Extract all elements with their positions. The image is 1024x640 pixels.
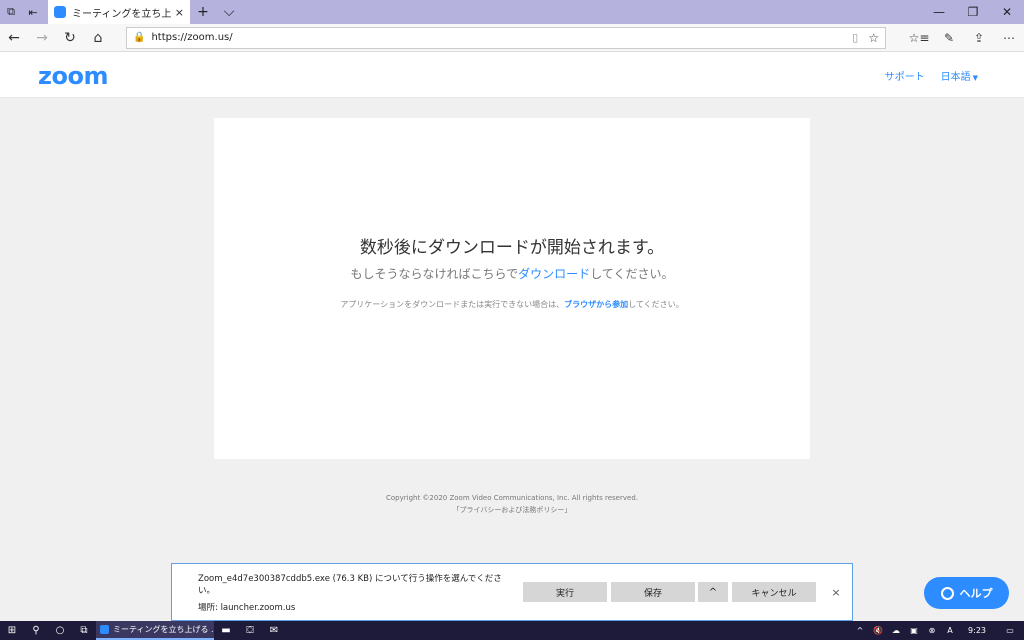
hint-suffix: してください。	[628, 300, 684, 309]
download-card: 数秒後にダウンロードが開始されます。 もしそうならなければこちらでダウンロードし…	[214, 118, 810, 459]
file-explorer-icon[interactable]: ▬	[214, 621, 238, 640]
cancel-button[interactable]: キャンセル	[732, 582, 816, 602]
notifications-icon[interactable]: ▭	[1004, 626, 1016, 635]
minimize-icon[interactable]: —	[922, 0, 956, 24]
hint-prefix: アプリケーションをダウンロードまたは実行できない場合は、	[340, 300, 565, 309]
search-icon[interactable]: ⚲	[24, 621, 48, 640]
share-icon[interactable]: ⇪	[964, 31, 994, 45]
tab-title: ミーティングを立ち上げる - Zoom	[72, 8, 171, 20]
chevron-down-icon: ▼	[972, 74, 978, 82]
onedrive-icon[interactable]: ☁	[890, 626, 902, 635]
windows-taskbar: ⊞ ⚲ ○ ⧉ ミーティングを立ち上げる ... ▬ ⛋ ✉ ^ 🔇 ☁ ▣ ⊗…	[0, 621, 1024, 640]
tab-set-aside-icon[interactable]: ⧉	[0, 0, 22, 24]
download-fallback-text: もしそうならなければこちらでダウンロードしてください。	[214, 265, 810, 282]
start-icon[interactable]: ⊞	[0, 621, 24, 640]
browser-navbar: ← → ↻ ⌂ 🔒 https://zoom.us/ ▯ ☆ ☆≡ ✎ ⇪ ⋯	[0, 24, 1024, 52]
ime-icon[interactable]: A	[944, 626, 956, 635]
taskbar-edge-app[interactable]: ミーティングを立ち上げる ...	[96, 621, 214, 640]
tab-list-button[interactable]: ⌵	[216, 0, 242, 24]
tray-status-icon[interactable]: ⊗	[926, 626, 938, 635]
join-from-browser-link[interactable]: ブラウザから参加	[564, 300, 628, 309]
download-message: Zoom_e4d7e300387cddb5.exe (76.3 KB) について…	[198, 574, 502, 596]
language-label: 日本語	[940, 72, 971, 83]
browser-titlebar: ⧉ ⇤ ミーティングを立ち上げる - Zoom × + ⌵ — ❐ ✕	[0, 0, 1024, 24]
download-notification-bar: Zoom_e4d7e300387cddb5.exe (76.3 KB) について…	[171, 563, 853, 621]
language-selector[interactable]: 日本語 ▼	[941, 68, 978, 83]
favorites-bar-icon[interactable]: ☆≡	[904, 31, 934, 45]
address-url[interactable]: https://zoom.us/	[151, 32, 852, 43]
tab-preview-icon[interactable]: ⇤	[22, 0, 44, 24]
zoom-site-header: zoom サポート 日本語 ▼	[0, 52, 1024, 98]
refresh-icon[interactable]: ↻	[56, 24, 84, 52]
pen-icon[interactable]: ✎	[934, 31, 964, 45]
window-controls: — ❐ ✕	[922, 0, 1024, 24]
forward-icon[interactable]: →	[28, 24, 56, 52]
browser-tab-active[interactable]: ミーティングを立ち上げる - Zoom ×	[48, 0, 190, 24]
fallback-suffix: してください。	[590, 267, 674, 281]
fallback-prefix: もしそうならなければこちらで	[350, 267, 519, 281]
cortana-icon[interactable]: ○	[48, 621, 72, 640]
header-links: サポート 日本語 ▼	[885, 68, 978, 83]
save-options-chevron-icon[interactable]: ^	[698, 582, 728, 602]
close-window-icon[interactable]: ✕	[990, 0, 1024, 24]
close-download-bar-icon[interactable]: ×	[828, 582, 844, 602]
zoom-logo[interactable]: zoom	[38, 62, 108, 90]
task-view-icon[interactable]: ⧉	[72, 621, 96, 640]
lock-icon: 🔒	[133, 32, 146, 43]
address-bar[interactable]: 🔒 https://zoom.us/ ▯ ☆	[126, 26, 886, 49]
maximize-icon[interactable]: ❐	[956, 0, 990, 24]
copyright-text: Copyright ©2020 Zoom Video Communication…	[386, 494, 638, 502]
support-link[interactable]: サポート	[885, 68, 925, 83]
tray-app-icon[interactable]: ▣	[908, 626, 920, 635]
chat-bubble-icon	[940, 586, 954, 600]
page-title: 数秒後にダウンロードが開始されます。	[359, 238, 665, 258]
system-tray: ^ 🔇 ☁ ▣ ⊗ A 9:23 ▭	[854, 626, 1024, 635]
download-link[interactable]: ダウンロード	[518, 267, 590, 281]
back-icon[interactable]: ←	[0, 24, 28, 52]
new-tab-button[interactable]: +	[190, 0, 216, 24]
browser-toolbar-right: ☆≡ ✎ ⇪ ⋯	[904, 31, 1024, 45]
run-button[interactable]: 実行	[523, 582, 607, 602]
privacy-link[interactable]: 「プライバシーおよび法務ポリシー」	[0, 505, 1024, 515]
zoom-favicon-icon	[54, 6, 66, 18]
clock-time[interactable]: 9:23	[968, 626, 986, 635]
edge-app-icon	[100, 625, 109, 634]
more-icon[interactable]: ⋯	[994, 31, 1024, 45]
home-icon[interactable]: ⌂	[84, 24, 112, 52]
download-source: 場所: launcher.zoom.us	[198, 603, 296, 613]
taskbar-app-label: ミーティングを立ち上げる ...	[113, 625, 214, 634]
save-button[interactable]: 保存	[611, 582, 695, 602]
favorite-star-icon[interactable]: ☆	[868, 31, 879, 45]
volume-muted-icon[interactable]: 🔇	[872, 626, 884, 635]
reader-view-icon[interactable]: ▯	[852, 31, 858, 44]
help-label: ヘルプ	[959, 587, 993, 600]
mail-icon[interactable]: ✉	[262, 621, 286, 640]
store-icon[interactable]: ⛋	[238, 621, 262, 640]
tray-chevron-icon[interactable]: ^	[854, 626, 866, 635]
tab-close-icon[interactable]: ×	[175, 6, 184, 19]
browser-join-hint: アプリケーションをダウンロードまたは実行できない場合は、ブラウザから参加してくだ…	[214, 299, 810, 310]
help-button[interactable]: ヘルプ	[924, 577, 1009, 609]
